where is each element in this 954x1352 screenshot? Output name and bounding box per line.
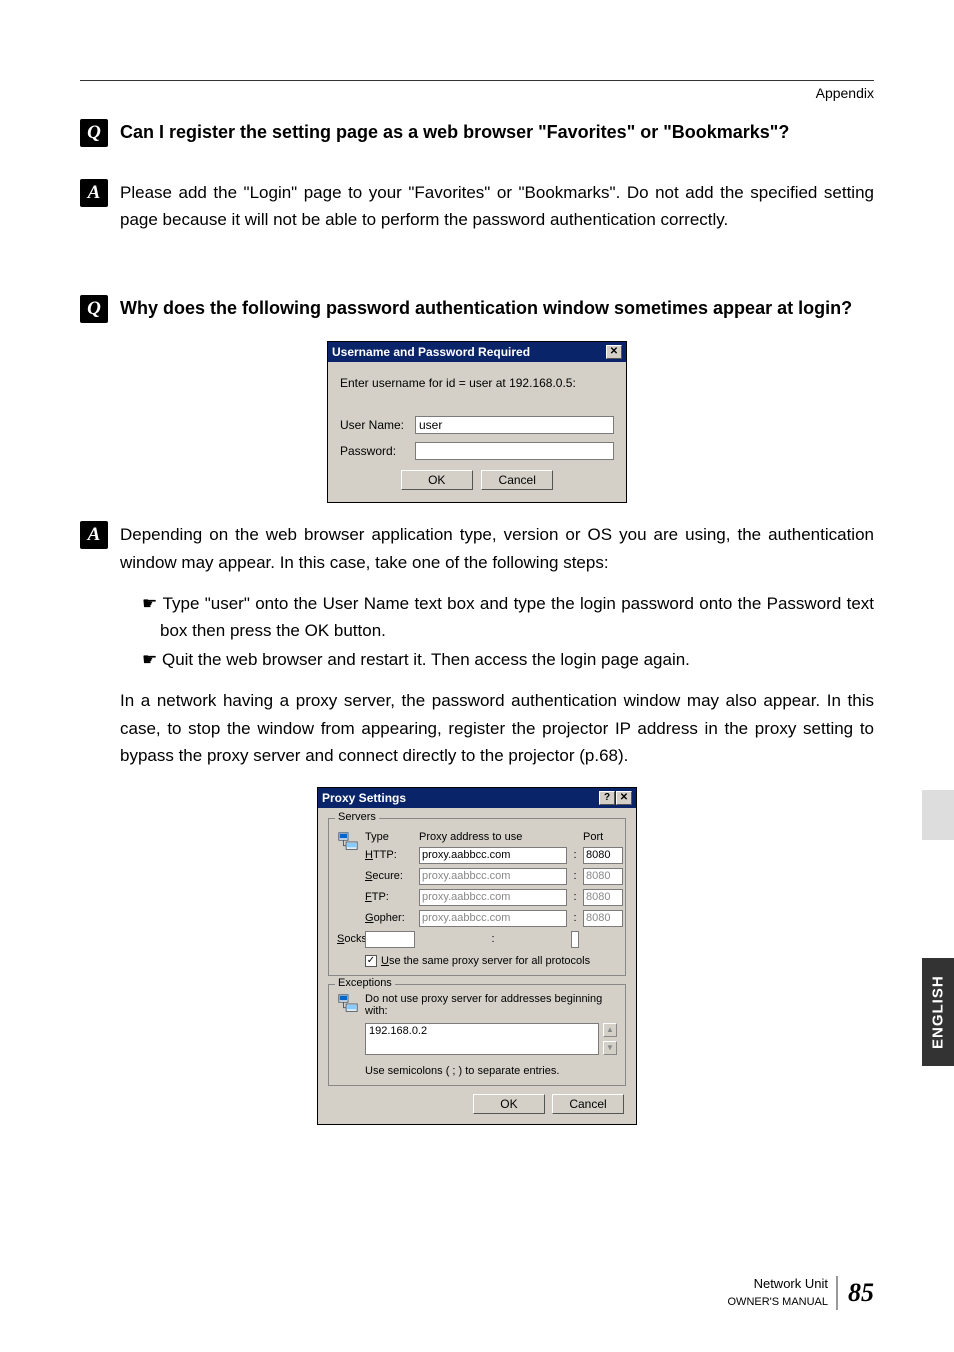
- col-port: Port: [583, 831, 623, 843]
- same-proxy-row[interactable]: ✓Use the same proxy server for all proto…: [365, 955, 623, 967]
- question-2: Why does the following password authenti…: [120, 295, 874, 321]
- servers-legend: Servers: [335, 811, 379, 823]
- cancel-button[interactable]: Cancel: [481, 470, 553, 490]
- answer-2-intro: Depending on the web browser application…: [120, 521, 874, 575]
- exceptions-icon: [337, 993, 361, 1018]
- password-input[interactable]: [415, 442, 614, 460]
- question-icon: Q: [80, 295, 108, 323]
- proxy-dialog: Proxy Settings ? ✕ Servers Type Proxy ad…: [317, 787, 637, 1125]
- col-type: Type: [365, 831, 415, 843]
- proxy-address-input: [419, 868, 567, 885]
- auth-dialog-message: Enter username for id = user at 192.168.…: [340, 376, 614, 390]
- help-icon[interactable]: ?: [599, 791, 615, 805]
- answer-icon: A: [80, 179, 108, 207]
- answer-1: Please add the "Login" page to your "Fav…: [120, 179, 874, 233]
- password-label: Password:: [340, 444, 415, 458]
- username-input[interactable]: [415, 416, 614, 434]
- ok-button[interactable]: OK: [401, 470, 473, 490]
- proxy-dialog-title: Proxy Settings: [322, 791, 406, 805]
- colon: :: [571, 891, 579, 903]
- cancel-button[interactable]: Cancel: [552, 1094, 624, 1114]
- colon: :: [571, 912, 579, 924]
- ok-button[interactable]: OK: [473, 1094, 545, 1114]
- auth-dialog: Username and Password Required ✕ Enter u…: [327, 341, 627, 503]
- proxy-address-input: [419, 910, 567, 927]
- exceptions-label: Do not use proxy server for addresses be…: [365, 993, 617, 1017]
- answer-2-extra: In a network having a proxy server, the …: [120, 687, 874, 769]
- proxy-address-input: [419, 889, 567, 906]
- proxy-row-label: FTP:: [365, 891, 415, 903]
- colon: :: [419, 933, 567, 945]
- exceptions-input[interactable]: 192.168.0.2: [365, 1023, 599, 1055]
- proxy-row-label: Secure:: [365, 870, 415, 882]
- bullet-1: ☛ Type "user" onto the User Name text bo…: [142, 590, 874, 644]
- checkbox-icon[interactable]: ✓: [365, 955, 377, 967]
- proxy-address-input: [365, 931, 415, 948]
- scroll-down-icon[interactable]: ▼: [603, 1041, 617, 1055]
- footer-text: Network Unit OWNER'S MANUAL: [728, 1276, 839, 1310]
- auth-dialog-title: Username and Password Required: [332, 345, 530, 359]
- language-tab: ENGLISH: [922, 958, 954, 1066]
- page-number: 85: [848, 1278, 874, 1308]
- username-label: User Name:: [340, 418, 415, 432]
- proxy-port-input: [583, 889, 623, 906]
- proxy-row-label: Gopher:: [365, 912, 415, 924]
- proxy-port-input: [583, 910, 623, 927]
- question-icon: Q: [80, 119, 108, 147]
- servers-icon: [337, 831, 359, 853]
- question-1: Can I register the setting page as a web…: [120, 119, 874, 145]
- proxy-row-label: Socks:: [337, 933, 361, 945]
- colon: :: [571, 849, 579, 861]
- proxy-port-input: [583, 868, 623, 885]
- close-icon[interactable]: ✕: [616, 791, 632, 805]
- header-section: Appendix: [80, 85, 874, 101]
- exceptions-legend: Exceptions: [335, 977, 395, 989]
- proxy-port-input: [571, 931, 579, 948]
- side-tab-bg: [922, 790, 954, 840]
- bullet-2: ☛ Quit the web browser and restart it. T…: [142, 646, 874, 673]
- colon: :: [571, 870, 579, 882]
- answer-icon: A: [80, 521, 108, 549]
- close-icon[interactable]: ✕: [606, 345, 622, 359]
- proxy-address-input[interactable]: [419, 847, 567, 864]
- proxy-port-input[interactable]: [583, 847, 623, 864]
- scroll-up-icon[interactable]: ▲: [603, 1023, 617, 1037]
- col-addr: Proxy address to use: [419, 831, 567, 843]
- proxy-row-label: HTTP:: [365, 849, 415, 861]
- exceptions-help: Use semicolons ( ; ) to separate entries…: [365, 1065, 617, 1077]
